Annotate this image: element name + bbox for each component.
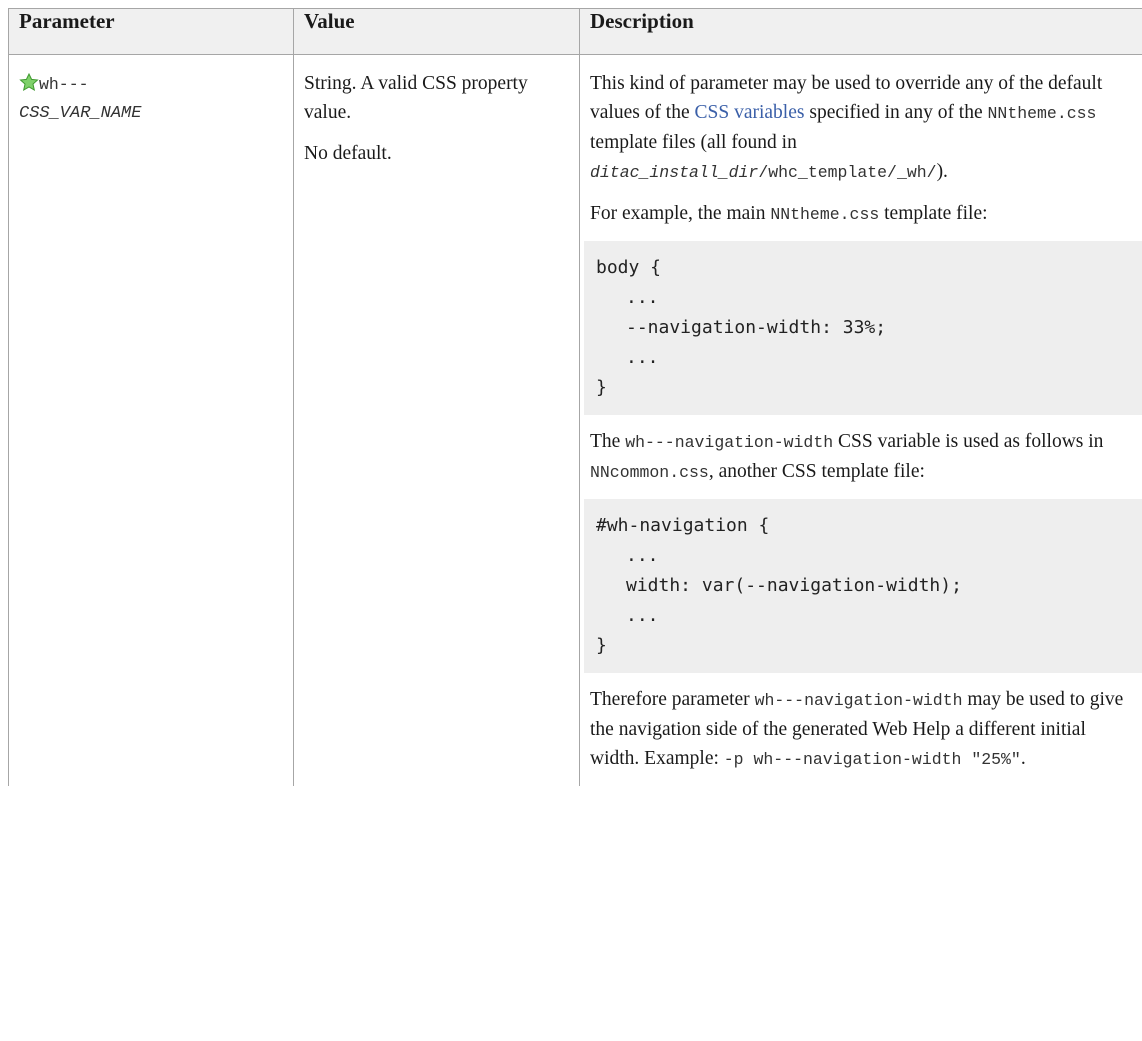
description-paragraph-3: The wh---navigation-width CSS variable i…: [590, 427, 1142, 487]
parameter-name: wh--- CSS_VAR_NAME: [19, 69, 293, 128]
code-line: }: [596, 635, 607, 656]
inline-code: /whc_template/_wh/: [758, 163, 937, 182]
text: The: [590, 431, 626, 452]
parameter-cell: wh--- CSS_VAR_NAME: [8, 54, 294, 786]
param-prefix: wh---: [39, 75, 89, 94]
text: For example, the main: [590, 203, 771, 224]
value-default: No default.: [304, 143, 392, 164]
param-variable: CSS_VAR_NAME: [19, 104, 142, 123]
inline-code: NNtheme.css: [987, 104, 1097, 123]
value-cell: String. A valid CSS property value. No d…: [293, 54, 580, 786]
table-row: wh--- CSS_VAR_NAME String. A valid CSS p…: [8, 54, 1142, 786]
inline-code: -p wh---navigation-width "25%": [723, 750, 1021, 769]
code-line: --navigation-width: 33%;: [626, 317, 887, 338]
css-variables-link[interactable]: CSS variables: [695, 102, 805, 123]
code-block-common: #wh-navigation {... width: var(--navigati…: [584, 499, 1142, 673]
inline-code: wh---navigation-width: [625, 433, 834, 452]
inline-code: NNtheme.css: [770, 205, 880, 224]
header-value: Value: [293, 8, 580, 55]
text: template files (all found in: [590, 132, 797, 153]
code-line: }: [596, 377, 607, 398]
text: .: [1020, 748, 1026, 769]
description-cell: This kind of parameter may be used to ov…: [579, 54, 1142, 786]
code-line: width: var(--navigation-width);: [626, 575, 962, 596]
text: Therefore parameter: [590, 689, 755, 710]
text: ).: [936, 161, 948, 182]
description-paragraph-2: For example, the main NNtheme.css templa…: [590, 199, 1142, 229]
parameters-table: Parameter Value Description wh--- CSS_VA…: [8, 8, 1142, 786]
inline-code: NNcommon.css: [590, 463, 709, 482]
code-block-theme: body {... --navigation-width: 33%;...}: [584, 241, 1142, 415]
text: CSS variable is used as follows in: [833, 431, 1104, 452]
description-paragraph-4: Therefore parameter wh---navigation-widt…: [590, 685, 1142, 774]
header-description: Description: [579, 8, 1142, 55]
code-line: ...: [626, 605, 659, 626]
text: template file:: [879, 203, 988, 224]
text: , another CSS template file:: [708, 461, 925, 482]
code-line: ...: [626, 287, 659, 308]
inline-code: wh---navigation-width: [754, 691, 963, 710]
header-parameter: Parameter: [8, 8, 294, 55]
star-icon: [19, 71, 39, 91]
inline-code: ditac_install_dir: [590, 163, 759, 182]
description-paragraph-1: This kind of parameter may be used to ov…: [590, 69, 1142, 187]
code-line: #wh-navigation {: [596, 515, 770, 536]
code-line: ...: [626, 545, 659, 566]
text: specified in any of the: [804, 102, 988, 123]
code-line: ...: [626, 347, 659, 368]
table-header-row: Parameter Value Description: [8, 8, 1142, 55]
code-line: body {: [596, 257, 662, 278]
value-type: String. A valid CSS property value.: [304, 73, 528, 123]
